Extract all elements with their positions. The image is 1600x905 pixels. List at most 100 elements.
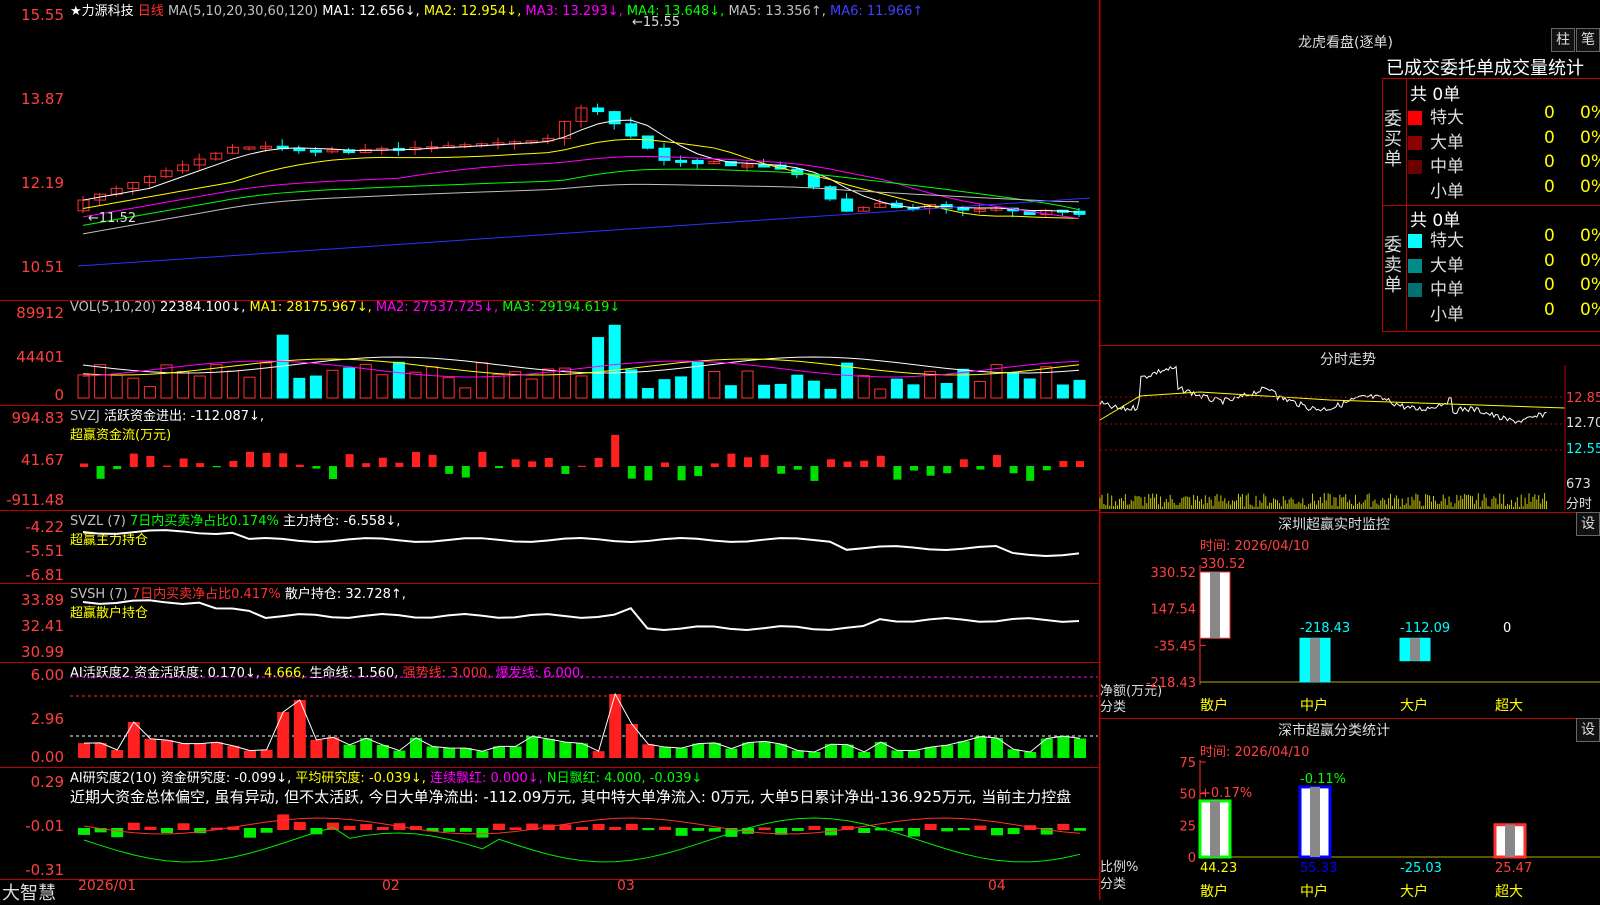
volume-bar — [525, 378, 538, 399]
ma-line — [82, 168, 1080, 226]
bar-view-button[interactable]: 柱 — [1551, 28, 1575, 52]
volume-bar — [741, 370, 754, 399]
money-flow-bar — [710, 463, 719, 467]
volume-bar — [193, 375, 206, 399]
candle — [691, 159, 704, 165]
activity-bar — [277, 712, 290, 758]
sz-monitor-settings-button[interactable]: 设 — [1576, 512, 1600, 536]
activity-bar — [293, 700, 306, 758]
intraday-panel[interactable] — [1100, 345, 1600, 511]
money-flow-bar — [694, 466, 703, 477]
activity-bar — [957, 741, 970, 758]
research-bar — [642, 828, 655, 831]
order-type-label: 中单 — [1430, 280, 1464, 300]
money-flow-bar — [378, 457, 387, 467]
chart-area[interactable]: ★力源科技 日线 MA(5,10,20,30,60,120) MA1: 12.6… — [0, 0, 1100, 904]
order-type-label: 大单 — [1430, 255, 1464, 276]
volume-bar — [874, 388, 887, 399]
activity-bar — [559, 742, 572, 758]
longhu-col-divider — [1406, 78, 1407, 330]
research-bar — [277, 814, 290, 830]
volume-bar — [625, 369, 638, 399]
research-bar — [78, 828, 90, 835]
sz-class-ylabel2: 分类 — [1100, 877, 1127, 892]
volume-bar — [309, 375, 322, 399]
activity-bar — [675, 748, 688, 758]
volume-bar — [110, 374, 123, 399]
money-flow-bar — [810, 466, 819, 481]
research-bar — [625, 823, 638, 830]
intraday-title: 分时走势 — [1320, 352, 1376, 368]
money-flow-bar — [578, 465, 586, 467]
volume-bar — [492, 373, 505, 399]
volume-bar — [143, 386, 156, 399]
research-bar — [244, 828, 256, 838]
activity-bar — [343, 744, 356, 758]
volume-bar — [857, 375, 870, 399]
volume-bar — [675, 376, 688, 399]
activity-bar — [692, 743, 705, 758]
research-bar — [808, 825, 821, 830]
volume-bar — [542, 368, 555, 399]
volume-bar — [774, 383, 787, 399]
activity-bar — [659, 747, 671, 758]
order-type-label: 小单 — [1430, 181, 1464, 202]
money-flow-bar — [876, 455, 885, 467]
volume-bar — [77, 374, 90, 399]
activity-bar — [509, 746, 522, 758]
volume-bar — [409, 371, 422, 399]
volume-bar — [575, 375, 588, 399]
volume-bar — [226, 370, 239, 399]
sz-monitor-panel — [1100, 512, 1600, 718]
money-flow-bar — [976, 466, 985, 470]
activity-bar — [592, 751, 605, 758]
activity-bar — [758, 741, 771, 758]
money-flow-bar — [744, 457, 752, 467]
volume-bar — [343, 367, 356, 399]
legend-swatch — [1408, 258, 1422, 273]
candle — [957, 207, 970, 211]
volume-bar — [940, 382, 953, 399]
activity-bar — [227, 745, 240, 758]
money-flow-bar — [727, 453, 736, 467]
activity-bar — [111, 750, 124, 758]
order-count: 0 — [1544, 103, 1555, 123]
activity-bar — [609, 694, 622, 758]
money-flow-bar — [1042, 466, 1051, 471]
sz-monitor-time: 时间: 2026/04/10 — [1200, 539, 1310, 554]
research-bar — [708, 828, 721, 832]
money-flow-bar — [661, 462, 669, 467]
volume-bar — [708, 371, 721, 399]
intraday-unit: 分时 — [1566, 497, 1593, 512]
research-bar — [343, 825, 356, 830]
money-flow-bar — [893, 466, 902, 480]
candle — [758, 164, 771, 168]
money-flow-bar — [777, 466, 786, 474]
money-flow-bar — [843, 461, 852, 467]
activity-bar — [742, 742, 754, 758]
volume-bar — [807, 380, 820, 399]
research-bar — [476, 828, 489, 838]
activity-bar — [393, 750, 406, 758]
research-bar — [559, 824, 572, 830]
research-bar — [576, 827, 588, 830]
money-flow-bar — [262, 452, 271, 467]
activity-bar — [891, 750, 904, 758]
candle — [641, 135, 654, 149]
activity-bar — [327, 737, 339, 758]
research-bar — [493, 823, 505, 830]
research-bar — [791, 828, 804, 831]
research-bar — [459, 828, 472, 832]
money-flow-bar — [412, 451, 420, 467]
order-row-3: 小单 0 0% — [1408, 300, 1600, 325]
research-bar — [293, 821, 306, 830]
volume-bar — [293, 377, 306, 399]
order-type-label: 中单 — [1430, 157, 1464, 177]
volume-bar — [957, 368, 970, 399]
volume-bar — [791, 374, 804, 399]
tick-view-button[interactable]: 笔 — [1576, 28, 1600, 52]
sz-class-settings-button[interactable]: 设 — [1576, 718, 1600, 742]
activity-bar — [459, 748, 472, 758]
research-bar — [659, 826, 671, 830]
activity-bar — [310, 739, 323, 758]
